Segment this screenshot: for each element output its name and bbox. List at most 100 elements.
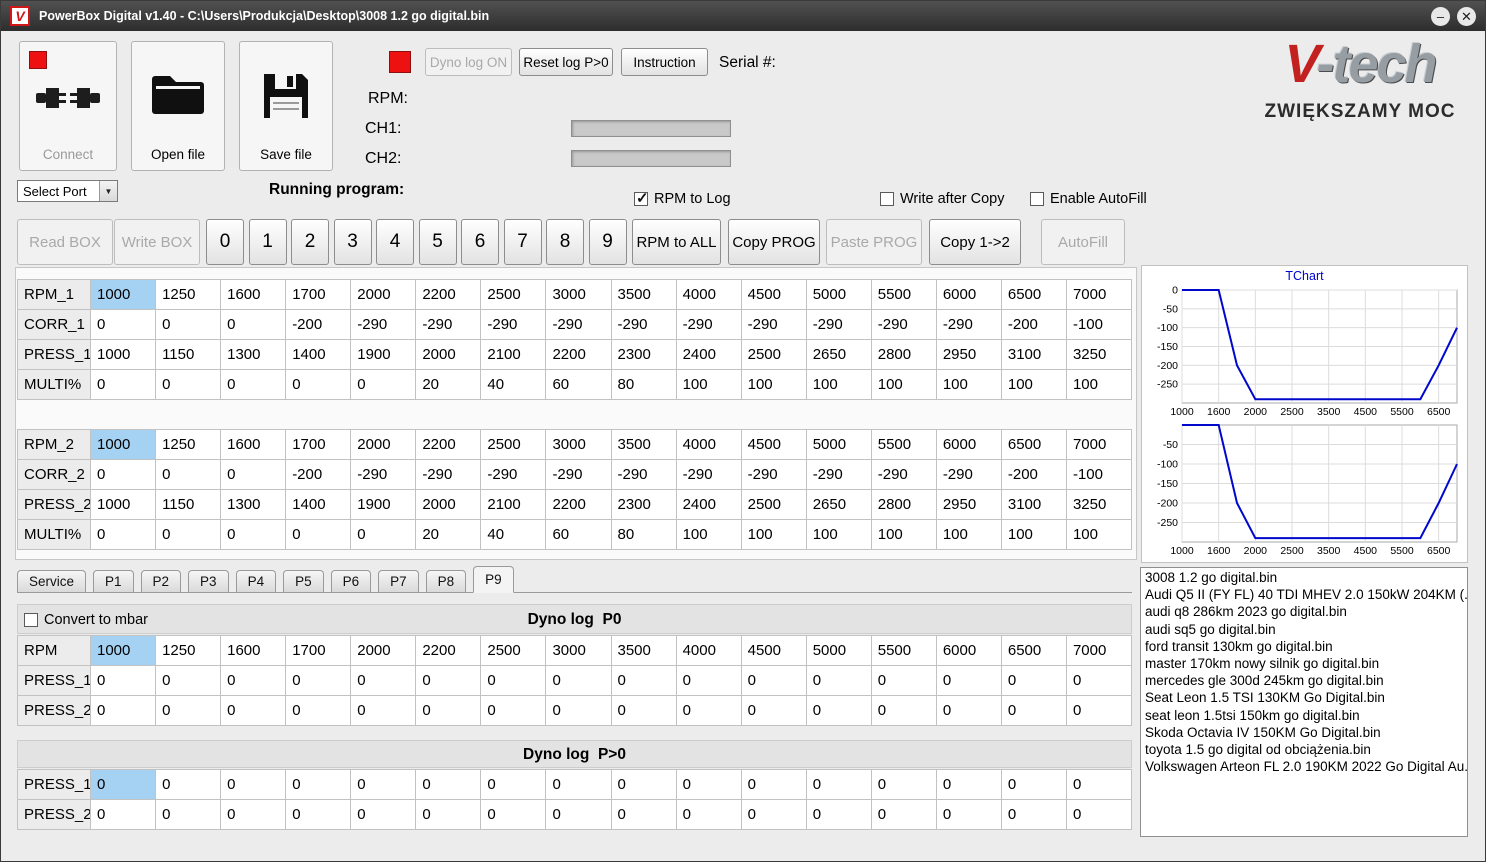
- table-cell[interactable]: 1600: [220, 635, 287, 666]
- table-cell[interactable]: 0: [935, 665, 1002, 696]
- table-cell[interactable]: 6000: [935, 635, 1002, 666]
- tab-p5[interactable]: P5: [283, 570, 324, 592]
- file-list-item[interactable]: Skoda Octavia IV 150KM Go Digital.bin: [1141, 724, 1467, 741]
- table-cell[interactable]: 0: [220, 519, 287, 550]
- file-list-item[interactable]: mercedes gle 300d 245km go digital.bin: [1141, 672, 1467, 689]
- tab-p2[interactable]: P2: [140, 570, 182, 592]
- table-cell[interactable]: -290: [805, 309, 872, 340]
- table-cell[interactable]: -290: [935, 309, 1002, 340]
- table-cell[interactable]: 0: [415, 695, 482, 726]
- table-cell[interactable]: 0: [155, 799, 222, 830]
- table-cell[interactable]: 100: [675, 369, 742, 400]
- table-cell[interactable]: 7000: [1065, 429, 1133, 460]
- table-cell[interactable]: 0: [285, 519, 352, 550]
- table-cell[interactable]: 1000: [89, 489, 157, 520]
- table-cell[interactable]: 2400: [675, 489, 742, 520]
- table-cell[interactable]: 0: [89, 695, 157, 726]
- title-bar[interactable]: V PowerBox Digital v1.40 - C:\Users\Prod…: [1, 1, 1485, 31]
- rpm-to-all-button[interactable]: RPM to ALL: [632, 219, 721, 265]
- table-cell[interactable]: 0: [285, 695, 352, 726]
- table-cell[interactable]: 0: [285, 369, 352, 400]
- table-cell[interactable]: 0: [155, 695, 222, 726]
- digit-button-8[interactable]: 8: [546, 219, 584, 265]
- open-file-button[interactable]: Open file: [131, 41, 225, 171]
- table-cell[interactable]: 0: [220, 769, 287, 800]
- read-box-button[interactable]: Read BOX: [17, 219, 113, 265]
- write-after-copy-checkbox[interactable]: Write after Copy: [880, 191, 1005, 207]
- table-cell[interactable]: -290: [350, 309, 417, 340]
- table-cell[interactable]: 2100: [480, 339, 547, 370]
- table-cell[interactable]: 2800: [870, 339, 937, 370]
- table-cell[interactable]: -290: [545, 309, 612, 340]
- table-cell[interactable]: 0: [740, 665, 807, 696]
- instruction-button[interactable]: Instruction: [621, 48, 708, 76]
- table-cell[interactable]: 40: [480, 369, 547, 400]
- table-cell[interactable]: 0: [155, 369, 222, 400]
- copy-prog-button[interactable]: Copy PROG: [728, 219, 820, 265]
- table-cell[interactable]: 6000: [935, 279, 1002, 310]
- table-cell[interactable]: 1250: [155, 429, 222, 460]
- tab-p7[interactable]: P7: [378, 570, 419, 592]
- table-cell[interactable]: 3500: [610, 635, 677, 666]
- tab-p6[interactable]: P6: [330, 570, 372, 592]
- table-cell[interactable]: 0: [350, 665, 417, 696]
- table-cell[interactable]: -290: [480, 459, 547, 490]
- tab-p9[interactable]: P9: [473, 566, 514, 593]
- table-cell[interactable]: 3100: [1000, 489, 1067, 520]
- table-cell[interactable]: -200: [1000, 459, 1067, 490]
- table-cell[interactable]: 0: [740, 769, 807, 800]
- table-cell[interactable]: 0: [1000, 695, 1067, 726]
- digit-button-2[interactable]: 2: [291, 219, 329, 265]
- table-cell[interactable]: 100: [1065, 519, 1133, 550]
- table-cell[interactable]: 0: [415, 769, 482, 800]
- table-cell[interactable]: 2100: [480, 489, 547, 520]
- table-cell[interactable]: 0: [870, 665, 937, 696]
- table-cell[interactable]: 20: [415, 369, 482, 400]
- table-cell[interactable]: -200: [1000, 309, 1067, 340]
- save-file-button[interactable]: Save file: [239, 41, 333, 171]
- table-cell[interactable]: 5000: [805, 635, 872, 666]
- table-cell[interactable]: 0: [805, 695, 872, 726]
- table-cell[interactable]: 0: [545, 799, 612, 830]
- table-cell[interactable]: 1900: [350, 339, 417, 370]
- table-cell[interactable]: 100: [740, 519, 807, 550]
- table-cell[interactable]: 0: [220, 695, 287, 726]
- table-cell[interactable]: 1000: [89, 429, 157, 460]
- table-cell[interactable]: 2400: [675, 339, 742, 370]
- table-cell[interactable]: 0: [89, 665, 157, 696]
- file-list-item[interactable]: seat leon 1.5tsi 150km go digital.bin: [1141, 707, 1467, 724]
- table-cell[interactable]: 2800: [870, 489, 937, 520]
- table-cell[interactable]: 2500: [480, 279, 547, 310]
- table-cell[interactable]: 100: [870, 369, 937, 400]
- table-cell[interactable]: 100: [1000, 519, 1067, 550]
- table-cell[interactable]: 0: [1065, 665, 1133, 696]
- table-cell[interactable]: 0: [89, 769, 157, 800]
- table-cell[interactable]: 0: [610, 769, 677, 800]
- table-cell[interactable]: 0: [350, 519, 417, 550]
- table-cell[interactable]: 2300: [610, 489, 677, 520]
- table-cell[interactable]: -290: [545, 459, 612, 490]
- table-cell[interactable]: 0: [740, 799, 807, 830]
- table-cell[interactable]: 2000: [350, 635, 417, 666]
- table-cell[interactable]: 2200: [415, 635, 482, 666]
- table-cell[interactable]: 6000: [935, 429, 1002, 460]
- table-cell[interactable]: 3500: [610, 279, 677, 310]
- digit-button-1[interactable]: 1: [248, 219, 287, 265]
- table-cell[interactable]: 1700: [285, 635, 352, 666]
- table-cell[interactable]: 0: [480, 799, 547, 830]
- table-cell[interactable]: 100: [740, 369, 807, 400]
- digit-button-3[interactable]: 3: [333, 219, 372, 265]
- table-cell[interactable]: 2200: [415, 279, 482, 310]
- table-cell[interactable]: -100: [1065, 309, 1133, 340]
- file-list-item[interactable]: master 170km nowy silnik go digital.bin: [1141, 655, 1467, 672]
- table-cell[interactable]: 2500: [740, 339, 807, 370]
- table-cell[interactable]: 0: [935, 769, 1002, 800]
- write-box-button[interactable]: Write BOX: [114, 219, 200, 265]
- table-cell[interactable]: 0: [285, 769, 352, 800]
- table-cell[interactable]: 100: [935, 369, 1002, 400]
- table-cell[interactable]: -290: [610, 459, 677, 490]
- table-cell[interactable]: 0: [610, 665, 677, 696]
- table-cell[interactable]: 0: [285, 665, 352, 696]
- table-cell[interactable]: 100: [935, 519, 1002, 550]
- table-cell[interactable]: 0: [675, 695, 742, 726]
